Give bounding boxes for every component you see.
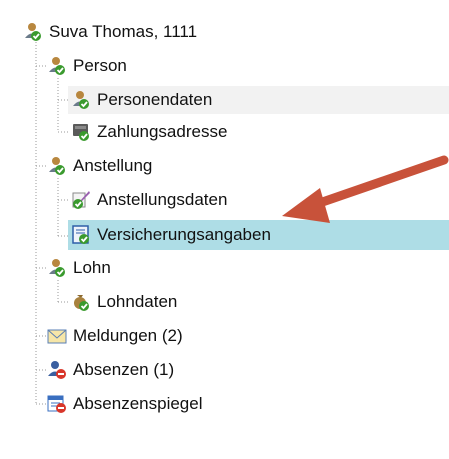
annotation-arrow-icon bbox=[282, 155, 449, 223]
